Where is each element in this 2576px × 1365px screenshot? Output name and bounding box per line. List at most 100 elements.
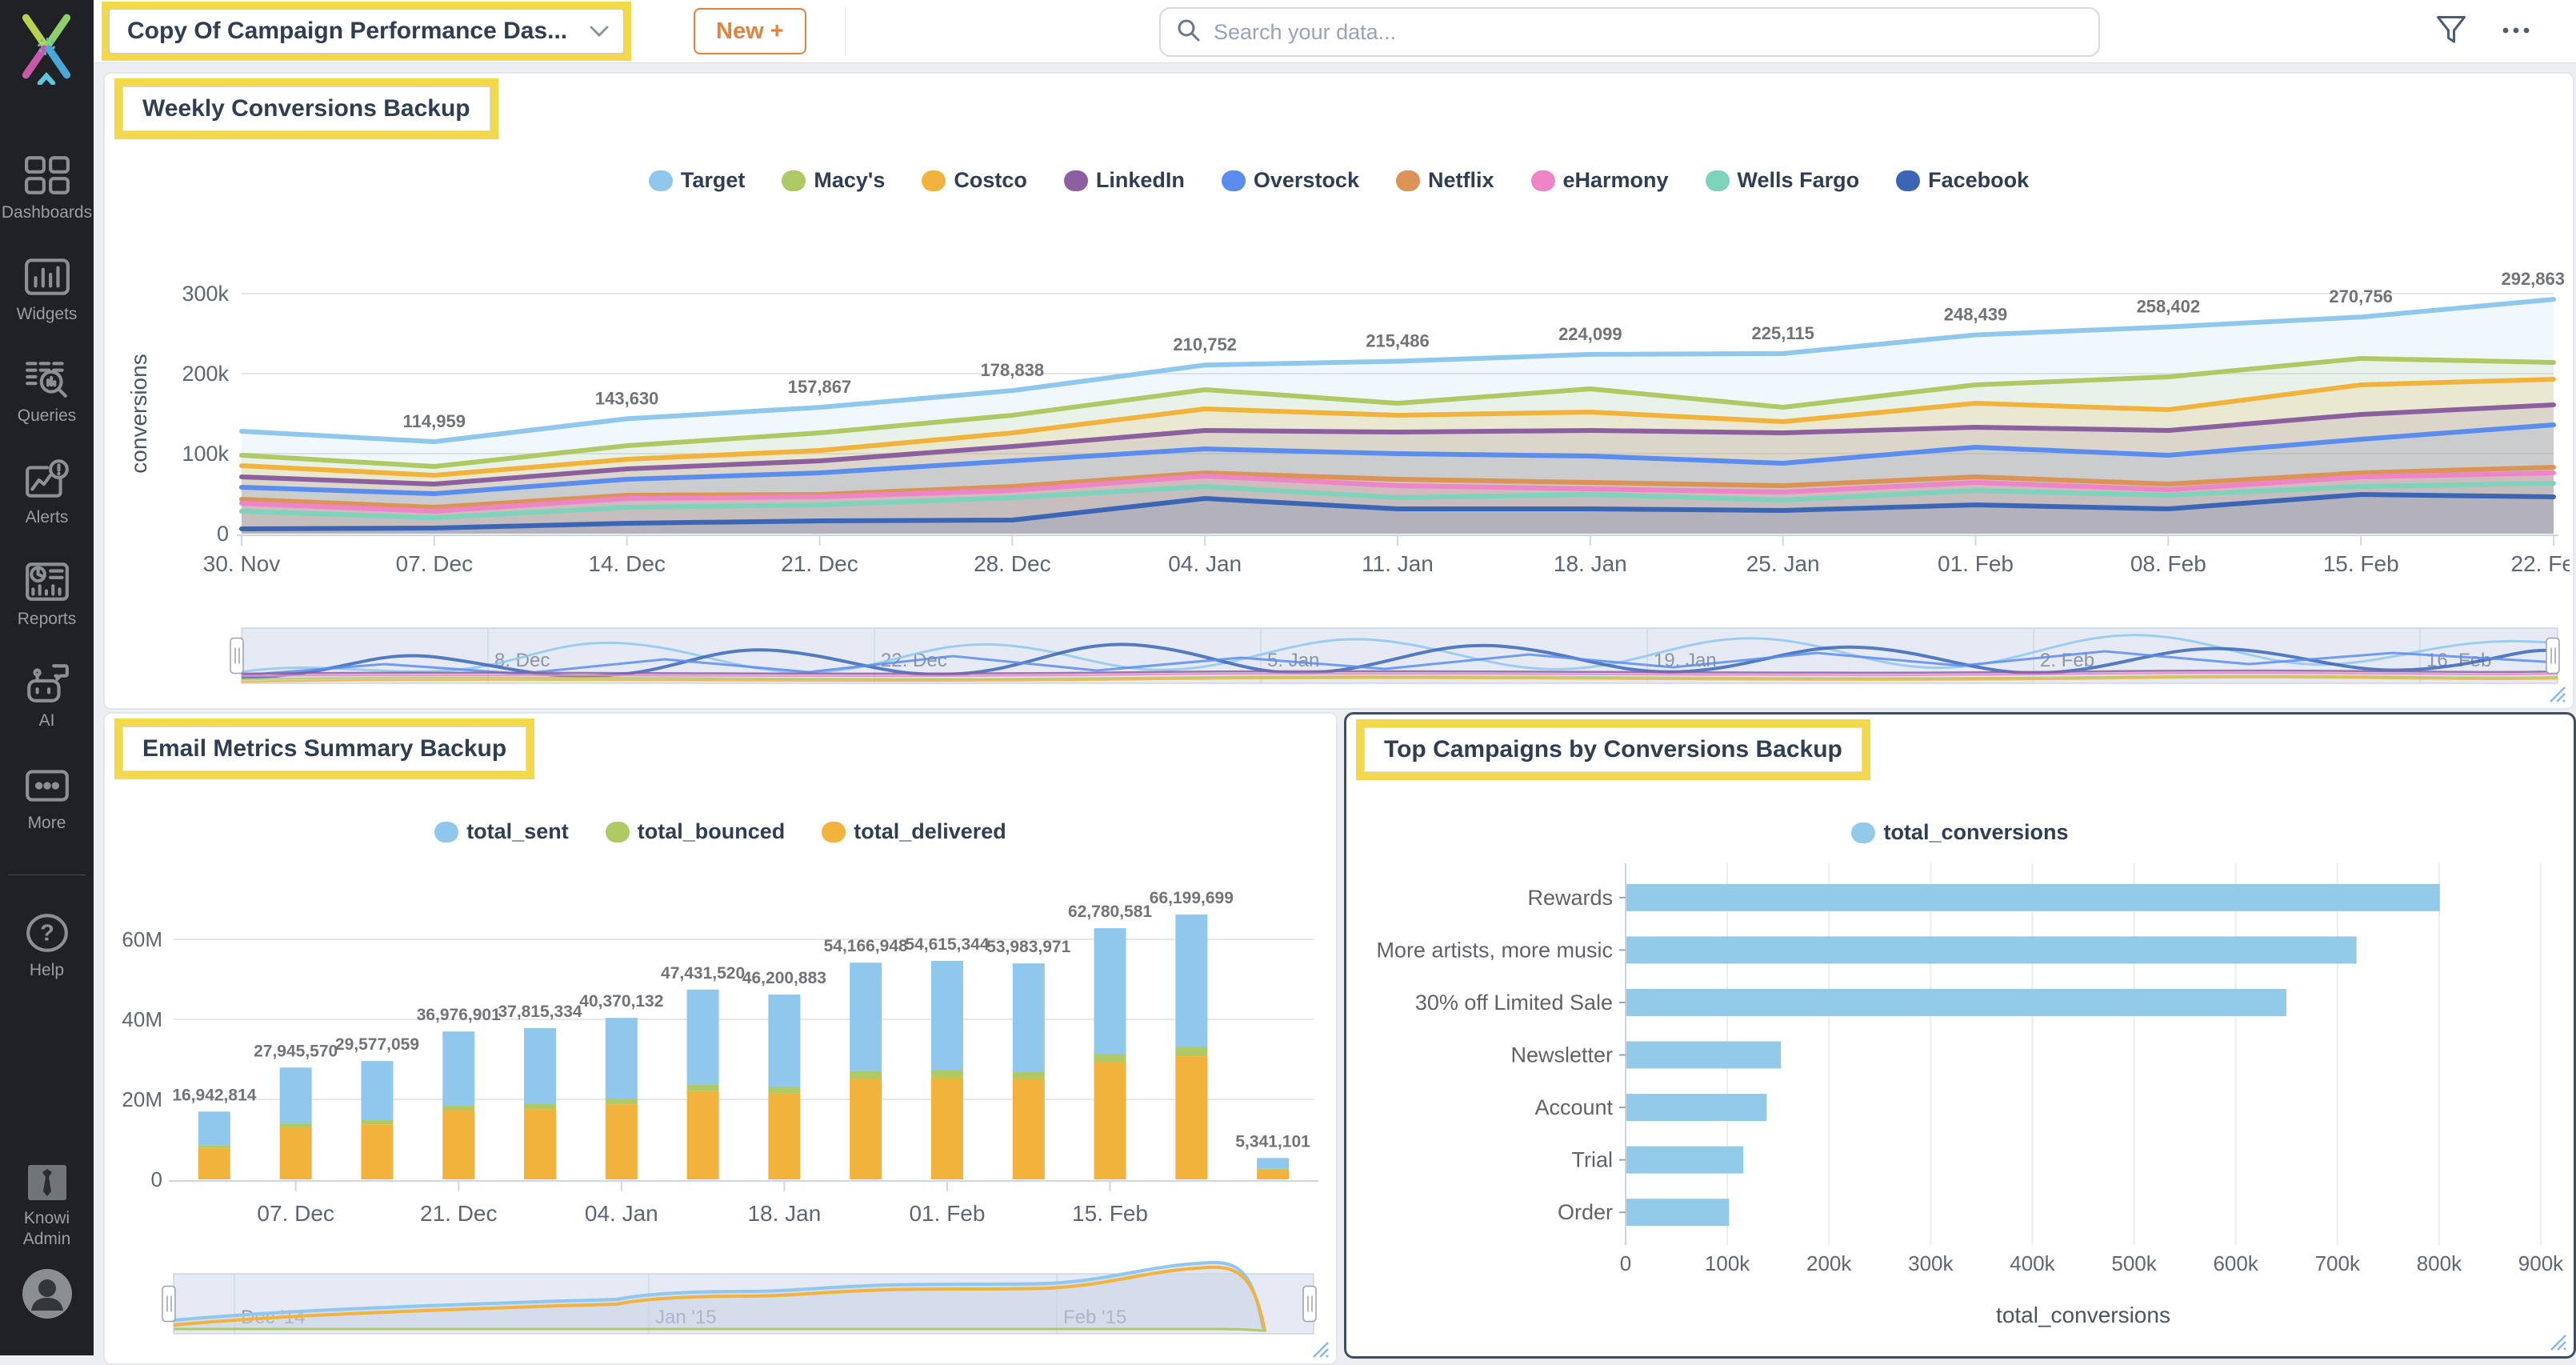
user-avatar[interactable] — [0, 1267, 94, 1324]
widget-top-campaigns: Top Campaigns by Conversions Backup tota… — [1344, 712, 2576, 1359]
data-label: 47,431,520 — [661, 964, 745, 983]
data-label: 114,959 — [403, 411, 466, 431]
tick-label: 25. Jan — [1746, 551, 1820, 576]
search-box — [1159, 7, 2100, 57]
knowi-logo-icon[interactable] — [11, 11, 82, 86]
dashboard-title-highlight: Copy Of Campaign Performance Das... — [102, 2, 632, 61]
tick-label: 22. Feb — [2511, 551, 2570, 576]
data-label: 36,976,901 — [417, 1006, 501, 1024]
sidebar-item-admin[interactable]: Knowi Admin — [0, 1164, 94, 1250]
sidebar-item-more[interactable]: More — [0, 765, 94, 833]
navigator-handle[interactable] — [1302, 1285, 1317, 1323]
legend-label: eHarmony — [1562, 168, 1669, 192]
resize-handle[interactable] — [2547, 684, 2566, 703]
weekly-legend-item[interactable]: Netflix — [1395, 168, 1494, 193]
legend-email: total_sent total_bounced total_delivered — [105, 819, 1336, 844]
sidebar-item-reports[interactable]: Reports — [0, 561, 94, 629]
search-icon — [1177, 18, 1201, 46]
filter-icon[interactable] — [2435, 14, 2467, 50]
legend-dot — [434, 821, 459, 843]
widget-title: Weekly Conversions Backup — [122, 86, 490, 131]
more-options-icon[interactable] — [2499, 22, 2534, 42]
tick-label: 400k — [2010, 1251, 2055, 1275]
bar-segment-total_sent — [1175, 915, 1208, 1047]
category-label: Rewards — [1527, 886, 1613, 910]
navigator-handle[interactable] — [162, 1285, 176, 1323]
sidebar-item-queries[interactable]: Queries — [0, 358, 94, 426]
data-label: 27,945,570 — [254, 1042, 338, 1060]
tick-label: 300k — [182, 282, 229, 306]
legend-dot — [822, 821, 846, 843]
weekly-legend-item[interactable]: Overstock — [1221, 168, 1359, 193]
tick-label: 100k — [182, 442, 229, 466]
bar-segment-total_bounced — [442, 1105, 475, 1111]
bar-segment-total_delivered — [361, 1124, 394, 1179]
tick-label: 28. Dec — [974, 551, 1051, 576]
data-label: 5,341,101 — [1235, 1132, 1310, 1151]
weekly-legend-item[interactable]: Costco — [922, 168, 1027, 193]
weekly-legend-item[interactable]: Wells Fargo — [1705, 168, 1859, 193]
resize-handle[interactable] — [1310, 1339, 1330, 1359]
bar-segment-total_bounced — [686, 1084, 719, 1091]
category-label: Trial — [1572, 1148, 1614, 1172]
tick-label: 900k — [2518, 1251, 2564, 1275]
tick-label: 04. Jan — [585, 1201, 658, 1226]
sidebar-item-label: Queries — [17, 406, 77, 425]
bar-segment-total_delivered — [850, 1079, 882, 1179]
resize-handle[interactable] — [2548, 1332, 2567, 1351]
bar-segment-total_delivered — [930, 1078, 963, 1179]
tick-label: 40M — [122, 1007, 162, 1031]
bar-segment-total_sent — [768, 994, 801, 1087]
sidebar-item-dashboards[interactable]: Dashboards — [0, 154, 94, 222]
category-label: More artists, more music — [1376, 938, 1613, 962]
search-input[interactable] — [1212, 18, 2082, 46]
legend-label: Facebook — [1928, 168, 2030, 192]
new-button[interactable]: New + — [694, 8, 806, 54]
tick-label: 20M — [122, 1087, 162, 1111]
widget-email-metrics: Email Metrics Summary Backup total_sent t… — [103, 712, 1338, 1365]
category-label: 30% off Limited Sale — [1415, 991, 1613, 1015]
legend-dot — [605, 821, 630, 843]
legend-label: total_conversions — [1883, 820, 2069, 844]
tick-label: 800k — [2417, 1251, 2462, 1275]
bar-segment-total_bounced — [768, 1087, 801, 1094]
navigator-handle[interactable] — [230, 637, 244, 674]
tick-label: 200k — [182, 362, 229, 386]
tick-label: 01. Feb — [1938, 551, 2014, 576]
weekly-legend-item[interactable]: eHarmony — [1530, 168, 1669, 193]
widget-title-highlight: Email Metrics Summary Backup — [114, 719, 535, 779]
data-label: 215,486 — [1366, 331, 1430, 351]
email-legend-item[interactable]: total_bounced — [605, 819, 785, 844]
range-navigator[interactable]: 8. Dec 22. Dec 5. Jan 19. Jan 2. Feb 16. Feb — [230, 627, 2560, 684]
widget-weekly-conversions: Weekly Conversions Backup Target Macy's Co… — [103, 72, 2574, 710]
bar-segment-total_bounced — [850, 1071, 882, 1079]
navigator-handle[interactable] — [2546, 637, 2560, 674]
range-navigator[interactable]: Dec '14Jan '15Feb '15 — [162, 1260, 1317, 1335]
email-legend-item[interactable]: total_delivered — [822, 819, 1006, 844]
email-legend-item[interactable]: total_sent — [434, 819, 569, 844]
sidebar-item-label: More — [27, 814, 66, 832]
category-label: Newsletter — [1510, 1043, 1613, 1067]
sidebar-item-alerts[interactable]: Alerts — [0, 459, 94, 527]
weekly-legend-item[interactable]: LinkedIn — [1063, 168, 1185, 193]
dashboard-selector[interactable]: Copy Of Campaign Performance Das... — [109, 9, 625, 54]
sidebar-item-widgets[interactable]: Widgets — [0, 256, 94, 324]
bar-segment-total_sent — [686, 989, 719, 1085]
bar-segment-total_bounced — [279, 1123, 312, 1128]
bar-segment-total_bounced — [1012, 1071, 1045, 1079]
tick-label: 500k — [2111, 1251, 2157, 1275]
weekly-legend-item[interactable]: Facebook — [1896, 168, 2029, 193]
sidebar-item-ai[interactable]: AI — [0, 662, 94, 731]
tick-label: 21. Dec — [420, 1201, 498, 1226]
bar-segment-total_delivered — [1012, 1079, 1045, 1179]
weekly-legend-item[interactable]: Target — [648, 168, 745, 193]
campaigns-legend-item[interactable]: total_conversions — [1851, 820, 2069, 845]
sidebar-item-help[interactable]: ? Help — [0, 912, 94, 980]
more-icon — [24, 770, 70, 810]
bar-segment-total_delivered — [686, 1091, 719, 1179]
data-label: 210,752 — [1173, 334, 1237, 354]
legend-label: Costco — [954, 168, 1027, 192]
bar-segment-total_delivered — [198, 1147, 230, 1179]
sidebar-item-label: Widgets — [16, 305, 78, 323]
weekly-legend-item[interactable]: Macy's — [782, 168, 885, 193]
